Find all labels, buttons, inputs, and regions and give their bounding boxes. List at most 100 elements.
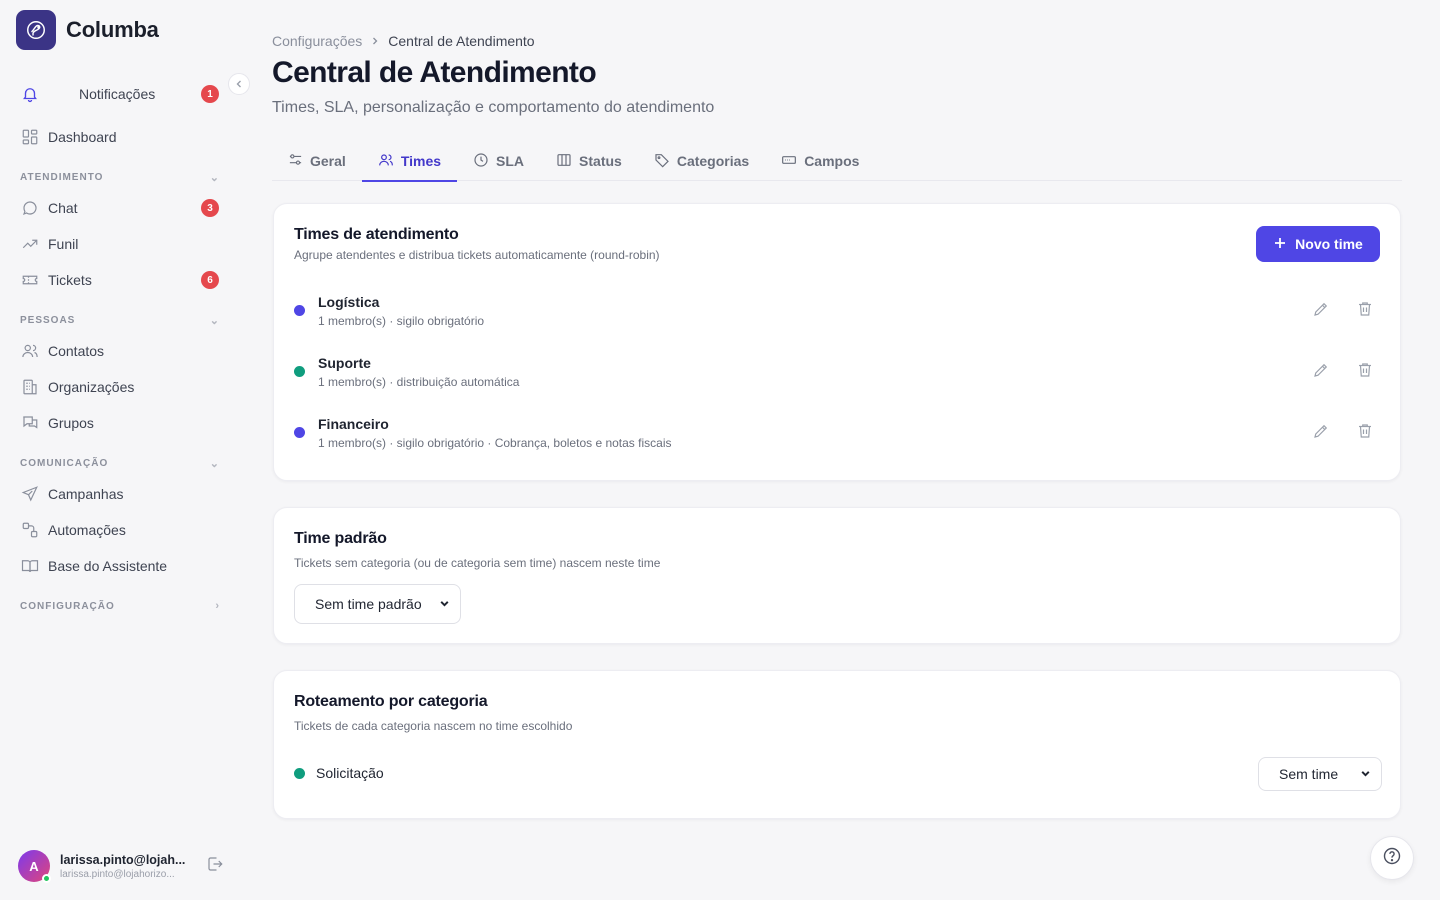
collapse-sidebar-button[interactable] <box>228 73 250 95</box>
tab-categorias[interactable]: Categorias <box>638 141 765 181</box>
section-header-configuracao[interactable]: CONFIGURAÇÃO › <box>20 598 220 614</box>
category-team-select[interactable]: Sem time <box>1258 757 1382 791</box>
tab-sla[interactable]: SLA <box>457 141 540 181</box>
pencil-icon[interactable] <box>1312 422 1330 445</box>
team-meta: 1 membro(s) · sigilo obrigatório · Cobra… <box>318 436 672 450</box>
sidebar-item-base-assistente[interactable]: Base do Assistente <box>14 550 226 582</box>
category-routing-card: Roteamento por categoria Tickets de cada… <box>273 670 1401 819</box>
tab-campos[interactable]: Campos <box>765 141 875 181</box>
card-description: Tickets de cada categoria nascem no time… <box>294 719 573 733</box>
team-row[interactable]: Financeiro 1 membro(s) · sigilo obrigató… <box>294 414 1384 454</box>
plus-icon <box>1273 236 1287 253</box>
bell-icon <box>20 84 40 104</box>
settings-tabs: Geral Times SLA Status Categorias Campos <box>272 141 1402 182</box>
breadcrumb-parent-link[interactable]: Configurações <box>272 33 362 49</box>
chevron-down-icon: ⌄ <box>209 171 220 184</box>
chevron-down-icon: ⌄ <box>209 457 220 470</box>
new-team-button[interactable]: Novo time <box>1256 226 1380 262</box>
sidebar-item-organizacoes[interactable]: Organizações <box>14 371 226 403</box>
trash-icon[interactable] <box>1356 361 1374 384</box>
routing-row: Solicitação <box>294 757 1384 791</box>
columba-logo-icon <box>16 10 56 50</box>
sidebar-item-label: Funil <box>48 236 79 252</box>
brand-name: Columba <box>66 17 159 42</box>
sidebar-item-label: Organizações <box>48 379 135 395</box>
logout-icon[interactable] <box>206 855 224 878</box>
sidebar-item-chat[interactable]: Chat 3 <box>14 192 226 224</box>
sidebar-item-label: Tickets <box>48 272 92 288</box>
sidebar-item-grupos[interactable]: Grupos <box>14 407 226 439</box>
tag-icon <box>654 152 670 171</box>
team-meta: 1 membro(s) · sigilo obrigatório <box>318 314 485 328</box>
dashboard-grid-icon <box>20 127 40 147</box>
sidebar-item-dashboard[interactable]: Dashboard <box>14 121 226 153</box>
sidebar-item-contatos[interactable]: Contatos <box>14 335 226 367</box>
chevron-down-icon: ⌄ <box>209 314 220 327</box>
question-circle-icon <box>1382 846 1402 871</box>
sidebar-item-label: Campanhas <box>48 486 124 502</box>
sidebar-item-label: Grupos <box>48 415 94 431</box>
default-team-card: Time padrão Tickets sem categoria (ou de… <box>273 507 1401 644</box>
select-value: Sem time <box>1279 766 1339 782</box>
card-description: Agrupe atendentes e distribua tickets au… <box>294 248 660 262</box>
card-title: Roteamento por categoria <box>294 693 488 710</box>
sidebar-item-label: Notificações <box>79 86 156 102</box>
tab-label: Categorias <box>676 153 750 169</box>
input-field-icon <box>781 152 797 171</box>
breadcrumb-current: Central de Atendimento <box>388 33 535 49</box>
clock-icon <box>473 152 489 171</box>
section-header-pessoas[interactable]: PESSOAS ⌄ <box>20 312 220 328</box>
sidebar-item-tickets[interactable]: Tickets 6 <box>14 264 226 296</box>
sidebar-item-label: Dashboard <box>48 129 117 145</box>
chat-group-icon <box>20 413 40 433</box>
category-label: Solicitação <box>316 765 384 781</box>
breadcrumb: Configurações Central de Atendimento <box>272 33 535 49</box>
team-row[interactable]: Suporte 1 membro(s) · distribuição autom… <box>294 353 1384 393</box>
button-label: Novo time <box>1295 236 1363 252</box>
sidebar-item-campanhas[interactable]: Campanhas <box>14 478 226 510</box>
section-header-comunicacao[interactable]: COMUNICAÇÃO ⌄ <box>20 455 220 471</box>
sidebar-item-funil[interactable]: Funil <box>14 228 226 260</box>
brand[interactable]: Columba <box>16 10 159 50</box>
team-color-dot <box>294 427 305 438</box>
team-row[interactable]: Logística 1 membro(s) · sigilo obrigatór… <box>294 292 1384 332</box>
trend-icon <box>20 234 40 254</box>
chevron-down-icon <box>1360 766 1371 782</box>
workflow-icon <box>20 520 40 540</box>
ticket-icon <box>20 270 40 290</box>
user-info: larissa.pinto@lojah... larissa.pinto@loj… <box>60 853 188 880</box>
trash-icon[interactable] <box>1356 422 1374 445</box>
card-title: Time padrão <box>294 530 387 547</box>
sidebar: Columba Notificações 1 Dashboard ATENDIM… <box>0 0 250 900</box>
avatar-initial: A <box>29 858 39 874</box>
pencil-icon[interactable] <box>1312 361 1330 384</box>
team-color-dot <box>294 366 305 377</box>
pencil-icon[interactable] <box>1312 300 1330 323</box>
page-subtitle: Times, SLA, personalização e comportamen… <box>272 99 715 116</box>
tab-label: SLA <box>496 153 525 169</box>
online-status-dot <box>42 874 51 883</box>
team-name: Logística <box>318 294 380 310</box>
select-value: Sem time padrão <box>315 596 422 612</box>
team-color-dot <box>294 305 305 316</box>
category-color-dot <box>294 768 305 779</box>
sidebar-item-automacoes[interactable]: Automações <box>14 514 226 546</box>
chevron-right-icon <box>370 33 380 49</box>
section-header-atendimento[interactable]: ATENDIMENTO ⌄ <box>20 169 220 185</box>
user-email: larissa.pinto@lojahorizo... <box>60 868 175 880</box>
tab-times[interactable]: Times <box>361 141 458 182</box>
user-profile[interactable]: A larissa.pinto@lojah... larissa.pinto@l… <box>18 848 228 884</box>
default-team-select[interactable]: Sem time padrão <box>294 584 461 624</box>
team-name: Suporte <box>318 355 371 371</box>
section-title: CONFIGURAÇÃO <box>20 600 115 612</box>
sidebar-item-notifications[interactable]: Notificações 1 <box>14 78 226 110</box>
users-icon <box>378 152 394 171</box>
tab-status[interactable]: Status <box>540 141 638 181</box>
tab-label: Campos <box>804 153 860 169</box>
trash-icon[interactable] <box>1356 300 1374 323</box>
tab-geral[interactable]: Geral <box>272 141 362 181</box>
help-button[interactable] <box>1370 836 1414 880</box>
chat-count-badge: 3 <box>201 199 219 217</box>
sliders-icon <box>288 152 303 170</box>
sidebar-item-label: Chat <box>48 200 78 216</box>
